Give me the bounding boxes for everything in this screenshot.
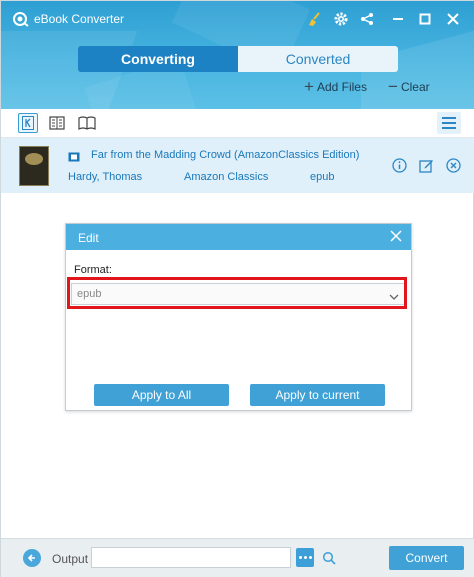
- list-view-icon[interactable]: [47, 113, 67, 133]
- edit-dialog: Edit Format: epub Apply to All Apply to …: [65, 223, 412, 411]
- edit-icon[interactable]: [418, 157, 434, 173]
- clear-label: Clear: [400, 80, 430, 94]
- book-format: epub: [310, 171, 335, 183]
- menu-icon[interactable]: [437, 112, 461, 134]
- ebook-format-icon: [68, 149, 80, 162]
- view-toolbar: [1, 109, 474, 138]
- output-label: Output: [52, 552, 89, 566]
- remove-icon[interactable]: [445, 157, 461, 173]
- app-title: eBook Converter: [34, 12, 125, 26]
- tab-bar: Converting Converted: [78, 46, 398, 72]
- plus-icon: +: [304, 77, 314, 96]
- add-files-button[interactable]: + Add Files: [304, 77, 367, 96]
- book-title: Far from the Madding Crowd (AmazonClassi…: [91, 149, 360, 161]
- app-window: eBook Converter Converting Converted + A…: [0, 0, 474, 577]
- clear-button[interactable]: − Clear: [388, 77, 430, 96]
- share-icon[interactable]: [358, 10, 376, 28]
- back-arrow-icon[interactable]: [23, 549, 41, 567]
- apply-to-current-button[interactable]: Apply to current: [250, 384, 385, 406]
- browse-folder-button[interactable]: [296, 548, 314, 567]
- app-logo-icon: [13, 11, 29, 27]
- convert-button[interactable]: Convert: [389, 546, 464, 570]
- format-label: Format:: [74, 264, 112, 276]
- dialog-close-icon[interactable]: [389, 229, 403, 243]
- output-path-input[interactable]: [91, 547, 291, 568]
- info-icon[interactable]: [391, 157, 407, 173]
- dialog-title: Edit: [78, 231, 99, 245]
- book-publisher: Amazon Classics: [184, 171, 269, 183]
- close-icon[interactable]: [444, 10, 462, 28]
- apply-to-all-button[interactable]: Apply to All: [94, 384, 229, 406]
- book-author: Hardy, Thomas: [68, 171, 143, 183]
- dialog-header: Edit: [66, 224, 411, 250]
- search-icon[interactable]: [320, 548, 338, 567]
- kindle-icon[interactable]: [18, 113, 38, 133]
- format-highlight-box: [67, 277, 407, 309]
- book-view-icon[interactable]: [77, 113, 97, 133]
- title-bar: eBook Converter: [1, 1, 474, 37]
- book-cover-image: [19, 146, 49, 186]
- maximize-icon[interactable]: [416, 10, 434, 28]
- minus-icon: −: [388, 77, 398, 96]
- footer-bar: Output Convert: [1, 538, 474, 577]
- minimize-icon[interactable]: [389, 10, 407, 28]
- gear-icon[interactable]: [332, 10, 350, 28]
- tab-converted[interactable]: Converted: [238, 46, 398, 72]
- tab-converting[interactable]: Converting: [78, 46, 238, 72]
- broom-icon[interactable]: [305, 10, 323, 28]
- add-files-label: Add Files: [316, 80, 367, 94]
- header: eBook Converter Converting Converted + A…: [1, 1, 474, 109]
